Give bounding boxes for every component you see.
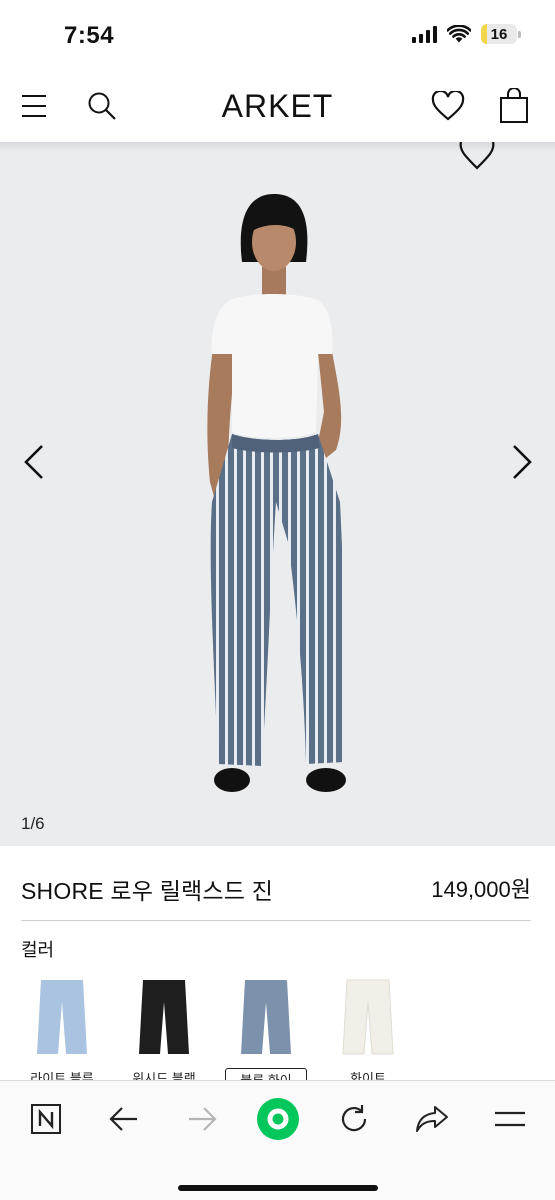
home-indicator [178, 1185, 378, 1191]
brand-logo[interactable]: ARKET [0, 88, 555, 125]
color-swatch-light-blue[interactable]: 라이트 블루 [21, 974, 103, 1086]
color-swatch-blue-white[interactable]: 블루 화이 [225, 974, 307, 1091]
color-swatches: 라이트 블루 워시드 블랙 블루 화이 화이트 [21, 974, 409, 1091]
jeans-thumbnail [342, 979, 394, 1055]
chevron-right-icon[interactable] [506, 442, 536, 482]
color-swatch-white[interactable]: 화이트 [327, 974, 409, 1086]
product-image-gallery[interactable]: 1/6 [0, 142, 555, 846]
wifi-icon [447, 25, 471, 43]
status-time: 7:54 [64, 22, 115, 49]
status-indicators: 16 [412, 24, 521, 44]
jeans-thumbnail [241, 980, 291, 1054]
product-name: SHORE 로우 릴랙스드 진 [21, 878, 274, 904]
back-arrow-icon[interactable] [102, 1097, 146, 1141]
color-swatch-washed-black[interactable]: 워시드 블랙 [123, 974, 205, 1086]
divider [21, 920, 531, 921]
menu-icon[interactable] [488, 1097, 532, 1141]
battery-icon: 16 [481, 24, 517, 44]
forward-arrow-icon[interactable] [180, 1097, 224, 1141]
status-bar: 7:54 16 [0, 0, 555, 72]
share-icon[interactable] [410, 1097, 454, 1141]
jeans-thumbnail [37, 980, 87, 1054]
cellular-signal-icon [412, 25, 437, 43]
color-label: 컬러 [21, 940, 55, 960]
site-header: ARKET [0, 72, 555, 142]
chevron-left-icon[interactable] [20, 442, 50, 482]
reload-icon[interactable] [332, 1097, 376, 1141]
naver-icon[interactable] [24, 1097, 68, 1141]
image-counter: 1/6 [21, 814, 45, 833]
product-photo [207, 194, 346, 792]
shopping-bag-icon[interactable] [496, 88, 532, 124]
heart-icon[interactable] [430, 88, 466, 124]
product-price: 149,000원 [431, 877, 531, 902]
battery-level: 16 [490, 25, 508, 43]
jeans-thumbnail [139, 980, 189, 1054]
browser-toolbar [0, 1080, 555, 1200]
green-circle-icon[interactable] [254, 1095, 302, 1143]
